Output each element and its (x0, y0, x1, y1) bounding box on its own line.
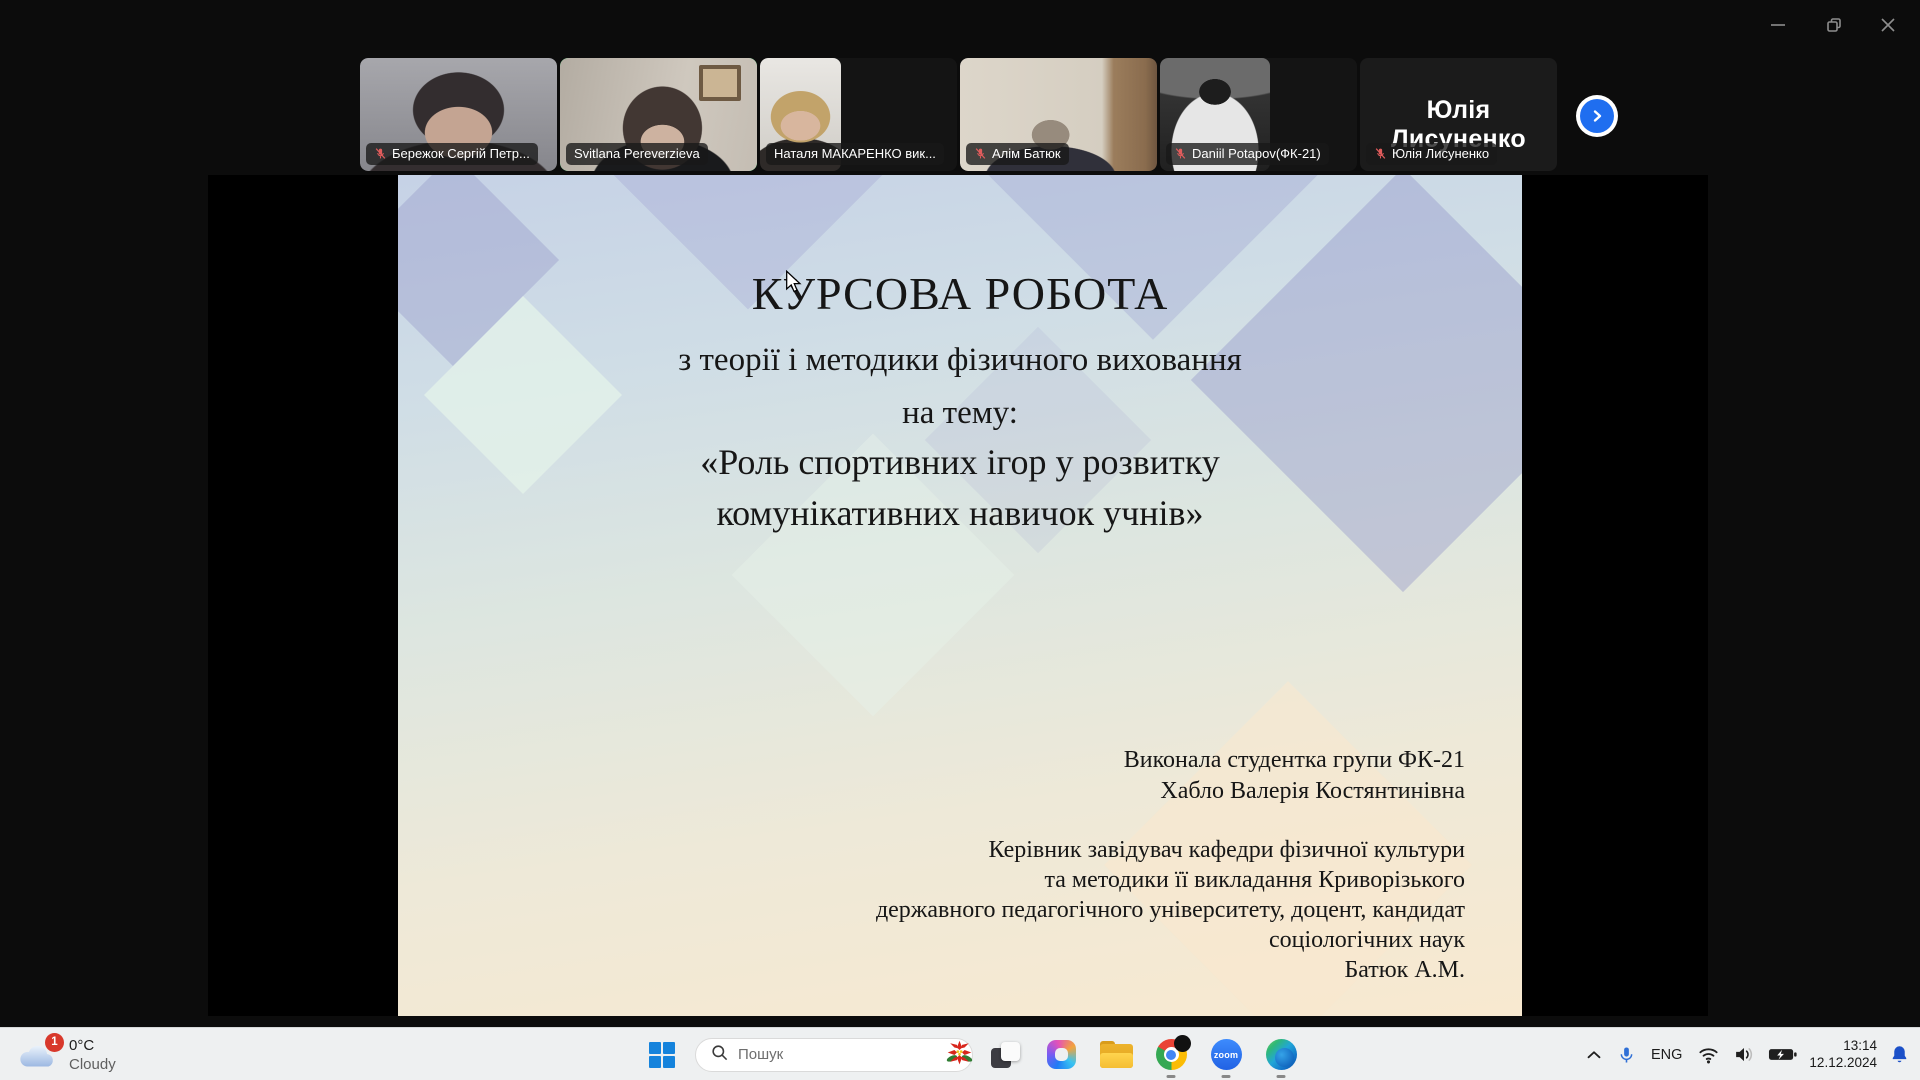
notification-badge: 1 (45, 1033, 64, 1052)
participant-tile[interactable]: Бережок Сергій Петр... (360, 58, 557, 171)
participant-tile[interactable]: Daniil Potapov(ФК-21) (1160, 58, 1357, 171)
copilot-button[interactable] (1039, 1028, 1083, 1080)
slide-advisor-line1: Керівник завідувач кафедри фізичної куль… (876, 835, 1465, 865)
tray-overflow-chevron[interactable] (1583, 1044, 1605, 1066)
task-view-button[interactable] (984, 1028, 1028, 1080)
search-input[interactable] (738, 1046, 937, 1063)
participant-name-label: Наталя МАКАРЕНКО вик... (766, 143, 944, 165)
participant-name: Алім Батюк (992, 146, 1061, 161)
weather-widget[interactable]: 1 0°C Cloudy (16, 1028, 116, 1080)
wifi-icon[interactable] (1697, 1045, 1720, 1065)
copilot-icon (1047, 1040, 1076, 1069)
participant-name: Daniil Potapov(ФК-21) (1192, 146, 1321, 161)
taskbar-clock[interactable]: 13:14 12.12.2024 (1809, 1038, 1877, 1071)
presentation-slide: КУРСОВА РОБОТА з теорії і методики фізич… (398, 175, 1522, 1016)
next-participants-page-button[interactable] (1576, 95, 1618, 137)
slide-topic-line2: комунікативних навичок учнів» (398, 492, 1522, 534)
slide-advisor-line4: соціологічних наук (876, 925, 1465, 955)
slide-title: КУРСОВА РОБОТА (398, 267, 1522, 320)
chrome-profile-badge (1174, 1035, 1191, 1052)
cloud-icon: 1 (16, 1040, 58, 1070)
slide-author-line2: Хабло Валерія Костянтинівна (1124, 776, 1465, 807)
slide-advisor-line2: та методики її викладання Криворізького (876, 865, 1465, 895)
edge-button[interactable] (1259, 1028, 1303, 1080)
slide-advisor-line3: державного педагогічного університету, д… (876, 895, 1465, 925)
participant-name: Svitlana Pereverzieva (574, 146, 700, 161)
clock-date: 12.12.2024 (1809, 1055, 1877, 1072)
picture-frame-decor (699, 65, 741, 101)
close-icon[interactable] (1868, 8, 1908, 42)
muted-mic-icon (1174, 147, 1187, 160)
chevron-right-icon (1580, 99, 1614, 133)
folder-icon (1100, 1041, 1133, 1068)
participant-tile-active-speaker[interactable]: Svitlana Pereverzieva (560, 58, 757, 171)
chrome-icon (1156, 1039, 1187, 1070)
mouse-cursor (784, 270, 802, 299)
zoom-meeting-window: Бережок Сергій Петр... Svitlana Pereverz… (0, 0, 1920, 1080)
slide-subtitle: з теорії і методики фізичного виховання (398, 342, 1522, 379)
zoom-app-button[interactable]: zoom (1204, 1028, 1248, 1080)
slide-author-line1: Виконала студентка групи ФК-21 (1124, 745, 1465, 776)
windows-logo-icon (649, 1042, 675, 1068)
zoom-icon: zoom (1211, 1039, 1242, 1070)
participant-name: Наталя МАКАРЕНКО вик... (774, 146, 936, 161)
participant-name-label: Юлія Лисуненко (1366, 143, 1497, 165)
volume-icon[interactable] (1732, 1044, 1756, 1065)
shared-screen-area: КУРСОВА РОБОТА з теорії і методики фізич… (208, 175, 1708, 1016)
participant-tile[interactable]: Наталя МАКАРЕНКО вик... (760, 58, 957, 171)
slide-topic-line1: «Роль спортивних ігор у розвитку (398, 441, 1522, 483)
participant-name-label: Бережок Сергій Петр... (366, 143, 538, 165)
running-indicator (1222, 1075, 1231, 1078)
battery-charging-icon[interactable] (1768, 1046, 1797, 1063)
muted-mic-icon (974, 147, 987, 160)
weather-condition: Cloudy (69, 1055, 116, 1074)
start-button[interactable] (640, 1028, 684, 1080)
slide-advisor-line5: Батюк А.М. (876, 955, 1465, 985)
participant-name-label: Алім Батюк (966, 143, 1069, 165)
participant-name: Бережок Сергій Петр... (392, 146, 530, 161)
search-icon (710, 1043, 729, 1067)
chrome-button[interactable] (1149, 1028, 1193, 1080)
taskbar-search[interactable] (695, 1038, 973, 1072)
restore-window-icon[interactable] (1814, 8, 1854, 42)
slide-author-block: Виконала студентка групи ФК-21 Хабло Вал… (1124, 745, 1465, 807)
clock-time: 13:14 (1809, 1038, 1877, 1055)
poinsettia-flower-icon[interactable] (946, 1039, 973, 1071)
running-indicator (1167, 1075, 1176, 1078)
participant-name: Юлія Лисуненко (1392, 146, 1489, 161)
window-titlebar (0, 0, 1920, 58)
weather-temperature: 0°C (69, 1036, 116, 1055)
participant-name-label: Svitlana Pereverzieva (566, 143, 708, 165)
running-indicator (1277, 1075, 1286, 1078)
edge-icon (1266, 1039, 1297, 1070)
task-view-icon (991, 1040, 1021, 1070)
muted-mic-icon (1374, 147, 1387, 160)
muted-mic-icon (374, 147, 387, 160)
participant-film-strip: Бережок Сергій Петр... Svitlana Pereverz… (360, 58, 1560, 171)
participant-name-label: Daniil Potapov(ФК-21) (1166, 143, 1329, 165)
windows-taskbar: 1 0°C Cloudy (0, 1027, 1920, 1080)
microphone-in-use-icon[interactable] (1617, 1044, 1636, 1066)
file-explorer-button[interactable] (1094, 1028, 1138, 1080)
participant-tile[interactable]: Алім Батюк (960, 58, 1157, 171)
minimize-icon[interactable] (1758, 8, 1798, 42)
language-indicator[interactable]: ENG (1648, 1047, 1685, 1063)
slide-advisor-block: Керівник завідувач кафедри фізичної куль… (876, 835, 1465, 985)
zoom-icon-label: zoom (1214, 1050, 1238, 1060)
participant-tile-camera-off[interactable]: Юлія Лисуненко Юлія Лисуненко (1360, 58, 1557, 171)
slide-topic-label: на тему: (398, 395, 1522, 432)
notification-bell-icon[interactable] (1889, 1044, 1910, 1065)
